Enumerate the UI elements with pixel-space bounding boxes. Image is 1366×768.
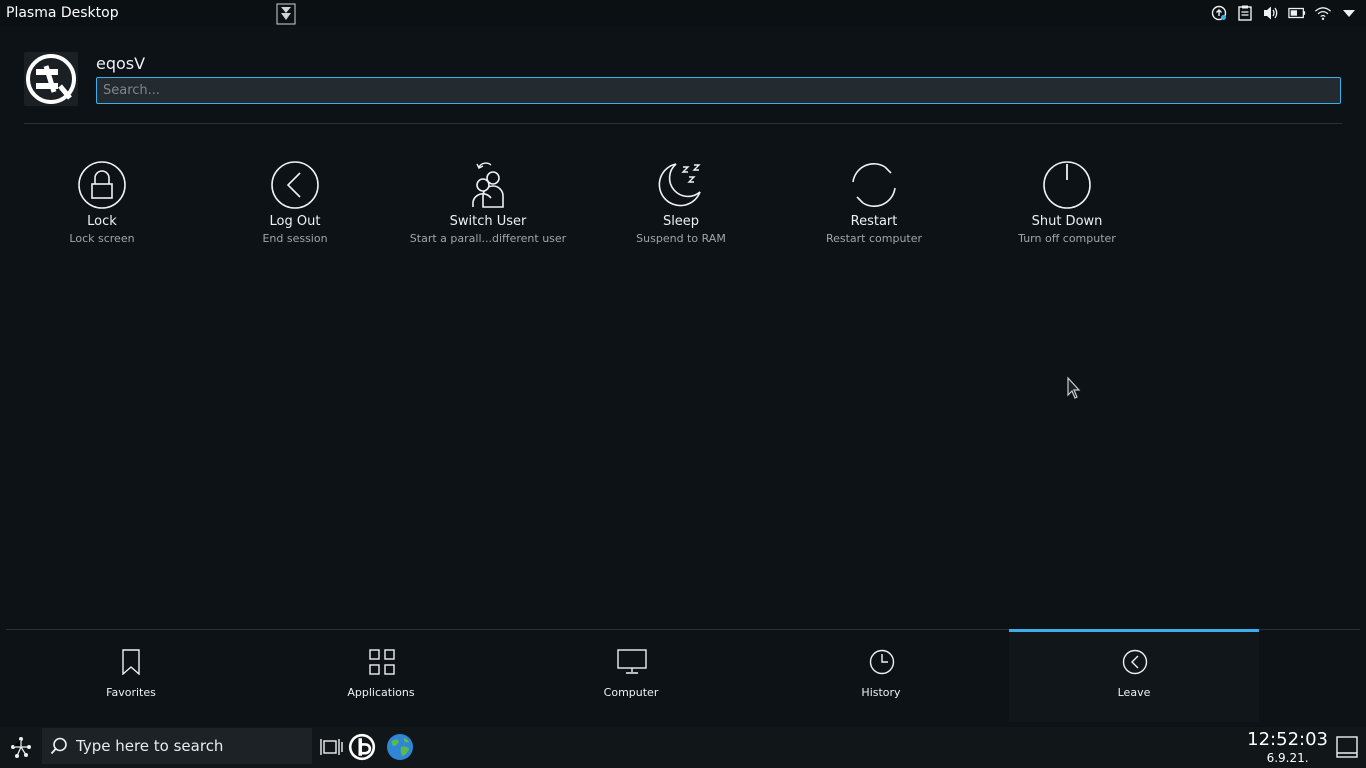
sleep-label: Sleep xyxy=(662,214,700,229)
app-launcher-icon[interactable] xyxy=(8,735,34,761)
battery-icon[interactable] xyxy=(1288,4,1306,22)
launcher-tabs: Favorites Applications Computer History … xyxy=(6,629,1259,722)
drag-handle-icon[interactable] xyxy=(276,3,296,25)
show-desktop-icon[interactable] xyxy=(1336,736,1358,758)
tab-label: Applications xyxy=(347,686,415,699)
sleep-button[interactable]: Sleep Suspend to RAM xyxy=(586,160,776,245)
shutdown-sublabel: Turn off computer xyxy=(1018,232,1116,245)
volume-icon[interactable] xyxy=(1262,4,1280,22)
logout-label: Log Out xyxy=(269,214,321,229)
sleep-sublabel: Suspend to RAM xyxy=(636,232,726,245)
taskbar-search-text: Type here to search xyxy=(76,737,224,755)
user-logo-icon xyxy=(26,54,76,104)
search-icon xyxy=(50,737,67,755)
restart-sublabel: Restart computer xyxy=(825,232,923,245)
tab-label: Leave xyxy=(1117,686,1151,699)
logout-sublabel: End session xyxy=(262,232,328,245)
switch-user-icon xyxy=(472,162,504,208)
power-icon xyxy=(1043,161,1091,209)
shutdown-label: Shut Down xyxy=(1031,214,1103,229)
clock-time: 12:52:03 xyxy=(1247,729,1328,750)
tab-history[interactable]: History xyxy=(756,630,1006,722)
lock-icon xyxy=(78,161,126,209)
mouse-cursor-icon xyxy=(1066,376,1082,404)
tab-label: History xyxy=(861,686,901,699)
monitor-icon xyxy=(617,649,647,674)
avatar[interactable] xyxy=(24,52,78,106)
lock-sublabel: Lock screen xyxy=(69,232,135,245)
logout-button[interactable]: Log Out End session xyxy=(200,160,390,245)
taskbar-search[interactable]: Type here to search xyxy=(42,728,312,764)
tab-leave[interactable]: Leave xyxy=(1009,629,1259,722)
top-panel: Plasma Desktop xyxy=(0,0,1366,27)
switch-user-sublabel: Start a parall...different user xyxy=(409,232,567,245)
system-tray xyxy=(1210,4,1358,22)
tab-label: Computer xyxy=(603,686,659,699)
updates-icon[interactable] xyxy=(1210,4,1228,22)
clock-date: 6.9.21. xyxy=(1266,751,1309,765)
shutdown-button[interactable]: Shut Down Turn off computer xyxy=(972,160,1162,245)
leave-icon xyxy=(1122,649,1148,675)
lock-label: Lock xyxy=(87,214,117,229)
window-title: Plasma Desktop xyxy=(6,5,119,21)
restart-button[interactable]: Restart Restart computer xyxy=(779,160,969,245)
grid-icon xyxy=(369,649,395,675)
tab-favorites[interactable]: Favorites xyxy=(6,630,256,722)
divider xyxy=(24,123,1342,124)
tab-applications[interactable]: Applications xyxy=(256,630,506,722)
search-input[interactable] xyxy=(96,77,1341,104)
lock-button[interactable]: Lock Lock screen xyxy=(7,160,197,245)
wifi-icon[interactable] xyxy=(1314,4,1332,22)
clock[interactable]: 12:52:03 6.9.21. xyxy=(1247,729,1328,765)
task-view-icon[interactable] xyxy=(318,733,346,761)
browser-b-icon[interactable] xyxy=(348,733,376,761)
taskbar: Type here to search 12:52:03 6.9.21. xyxy=(0,727,1366,768)
clipboard-icon[interactable] xyxy=(1236,4,1254,22)
globe-icon[interactable] xyxy=(386,733,414,761)
switch-user-label: Switch User xyxy=(449,214,527,229)
logout-icon xyxy=(271,161,319,209)
switch-user-button[interactable]: Switch User Start a parall...different u… xyxy=(393,160,583,245)
restart-label: Restart xyxy=(850,214,898,229)
tab-computer[interactable]: Computer xyxy=(506,630,756,722)
sleep-icon xyxy=(658,163,701,207)
bookmark-icon xyxy=(122,649,140,675)
tray-expand-icon[interactable] xyxy=(1340,4,1358,22)
tab-label: Favorites xyxy=(106,686,156,699)
clock-icon xyxy=(869,649,895,675)
user-name: eqosV xyxy=(96,54,146,73)
restart-icon xyxy=(852,162,896,208)
